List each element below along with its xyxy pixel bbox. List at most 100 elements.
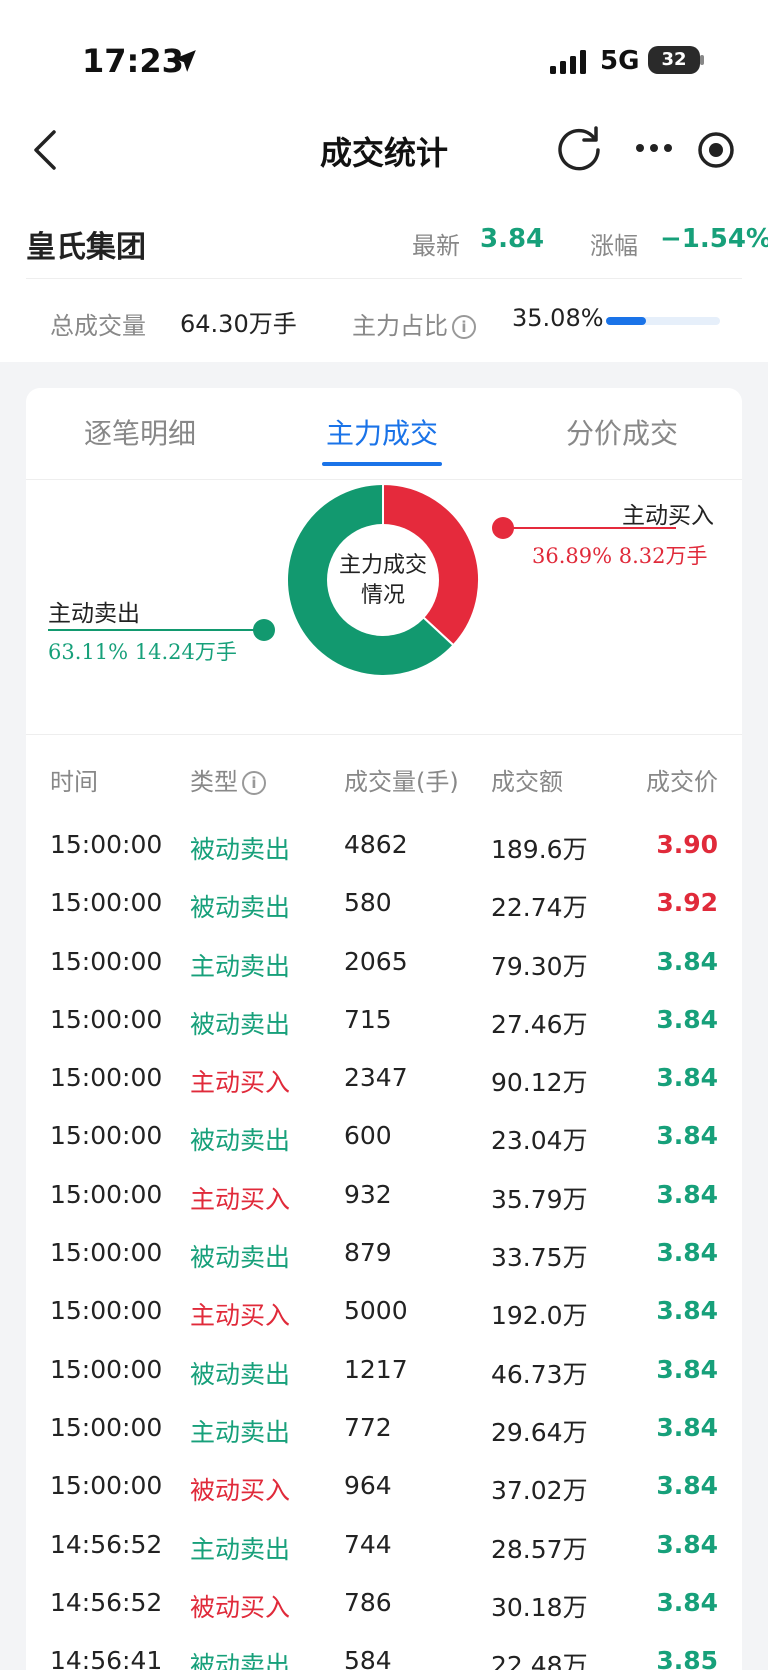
row-amount: 29.64万 bbox=[491, 1417, 588, 1447]
row-price: 3.84 bbox=[656, 1354, 718, 1384]
status-time: 17:23 bbox=[82, 42, 184, 80]
row-time: 15:00:00 bbox=[50, 1238, 163, 1268]
donut-center-line2: 情况 bbox=[361, 583, 405, 608]
total-volume-label: 总成交量 bbox=[50, 312, 146, 340]
table-row[interactable]: 15:00:00 被动卖出 879 33.75万 3.84 bbox=[26, 1226, 742, 1284]
sell-callout-dot bbox=[253, 619, 275, 641]
row-time: 14:56:52 bbox=[50, 1529, 163, 1559]
main-ratio-bar bbox=[606, 317, 720, 325]
row-time: 15:00:00 bbox=[50, 888, 163, 918]
row-price: 3.84 bbox=[656, 1004, 718, 1034]
row-volume: 4862 bbox=[344, 830, 408, 859]
row-volume: 772 bbox=[344, 1412, 392, 1442]
row-type: 被动卖出 bbox=[190, 835, 291, 864]
network-type: 5G bbox=[600, 46, 640, 76]
row-price: 3.84 bbox=[656, 1529, 718, 1559]
change-value: −1.54% bbox=[660, 224, 768, 254]
header-divider bbox=[26, 278, 742, 279]
donut-center-line1: 主力成交 bbox=[339, 553, 427, 578]
row-amount: 33.75万 bbox=[491, 1243, 588, 1273]
table-row[interactable]: 15:00:00 主动买入 5000 192.0万 3.84 bbox=[26, 1284, 742, 1342]
refresh-icon[interactable] bbox=[554, 124, 604, 174]
row-amount: 22.74万 bbox=[491, 893, 588, 923]
col-header-price: 成交价 bbox=[646, 768, 718, 796]
latest-price-label: 最新 bbox=[412, 232, 460, 260]
table-row[interactable]: 15:00:00 主动买入 932 35.79万 3.84 bbox=[26, 1168, 742, 1226]
main-ratio-bar-fill bbox=[606, 317, 646, 325]
row-time: 14:56:52 bbox=[50, 1587, 163, 1617]
cellular-signal-icon bbox=[550, 50, 586, 74]
row-amount: 22.48万 bbox=[491, 1651, 588, 1670]
row-price: 3.85 bbox=[656, 1646, 718, 1670]
row-time: 15:00:00 bbox=[50, 830, 163, 859]
total-volume-value: 64.30万手 bbox=[180, 310, 297, 338]
row-type: 主动买入 bbox=[190, 1184, 291, 1214]
row-amount: 79.30万 bbox=[491, 951, 588, 981]
buy-legend-label: 主动买入 bbox=[622, 503, 714, 529]
row-time: 14:56:41 bbox=[50, 1646, 163, 1670]
row-type: 主动卖出 bbox=[190, 1534, 291, 1564]
battery-icon: 32 bbox=[648, 46, 700, 74]
row-price: 3.84 bbox=[656, 1179, 718, 1209]
col-header-time: 时间 bbox=[50, 768, 98, 796]
row-time: 15:00:00 bbox=[50, 1296, 163, 1326]
buy-callout-dot bbox=[492, 517, 514, 539]
tab-tick-detail[interactable]: 逐笔明细 bbox=[84, 412, 196, 452]
row-time: 15:00:00 bbox=[50, 1004, 163, 1034]
row-volume: 2065 bbox=[344, 946, 408, 976]
more-options-icon[interactable] bbox=[634, 136, 674, 160]
close-miniapp-icon[interactable] bbox=[696, 130, 736, 170]
nav-bar: 成交统计 bbox=[0, 110, 768, 192]
row-volume: 2347 bbox=[344, 1063, 408, 1093]
row-volume: 584 bbox=[344, 1646, 392, 1670]
table-row[interactable]: 15:00:00 被动卖出 600 23.04万 3.84 bbox=[26, 1109, 742, 1167]
table-row[interactable]: 14:56:41 被动卖出 584 22.48万 3.85 bbox=[26, 1634, 742, 1670]
table-row[interactable]: 15:00:00 主动卖出 772 29.64万 3.84 bbox=[26, 1401, 742, 1459]
row-volume: 786 bbox=[344, 1587, 392, 1617]
row-price: 3.92 bbox=[656, 888, 718, 918]
row-volume: 580 bbox=[344, 888, 392, 918]
tab-bar: 逐笔明细 主力成交 分价成交 bbox=[26, 388, 742, 480]
table-row[interactable]: 14:56:52 被动买入 786 30.18万 3.84 bbox=[26, 1576, 742, 1634]
table-row[interactable]: 15:00:00 被动买入 964 37.02万 3.84 bbox=[26, 1459, 742, 1517]
donut-chart-area: 主力成交 情况 主动买入 36.89% 8.32万手 主动卖出 63.11% 1… bbox=[26, 480, 742, 740]
stock-name: 皇氏集团 bbox=[26, 230, 146, 265]
table-row[interactable]: 15:00:00 主动卖出 2065 79.30万 3.84 bbox=[26, 935, 742, 993]
row-type: 主动买入 bbox=[190, 1068, 291, 1098]
stock-header: 皇氏集团 最新 3.84 涨幅 −1.54% 总成交量 64.30万手 主力占比… bbox=[0, 192, 768, 362]
tab-price-distribution[interactable]: 分价成交 bbox=[566, 412, 678, 452]
row-price: 3.84 bbox=[656, 1296, 718, 1326]
row-time: 15:00:00 bbox=[50, 1471, 163, 1501]
type-info-icon[interactable]: i bbox=[242, 771, 266, 795]
status-bar: 17:23 5G 32 bbox=[0, 0, 768, 110]
row-amount: 27.46万 bbox=[491, 1009, 588, 1039]
main-ratio-label: 主力占比 i bbox=[352, 306, 476, 341]
change-label: 涨幅 bbox=[590, 232, 638, 260]
row-amount: 37.02万 bbox=[491, 1476, 588, 1506]
row-type: 被动卖出 bbox=[190, 1009, 291, 1039]
table-row[interactable]: 15:00:00 主动买入 2347 90.12万 3.84 bbox=[26, 1051, 742, 1109]
sell-legend-label: 主动卖出 bbox=[48, 601, 140, 627]
row-type: 被动买入 bbox=[190, 1476, 291, 1506]
row-volume: 932 bbox=[344, 1179, 392, 1209]
row-price: 3.84 bbox=[656, 1587, 718, 1617]
main-ratio-label-text: 主力占比 bbox=[352, 312, 448, 340]
table-row[interactable]: 14:56:52 主动卖出 744 28.57万 3.84 bbox=[26, 1518, 742, 1576]
trades-table: 15:00:00 被动卖出 4862 189.6万 3.90 15:00:00 被动卖出 58… bbox=[26, 818, 742, 1670]
table-row[interactable]: 15:00:00 被动卖出 4862 189.6万 3.90 bbox=[26, 818, 742, 876]
col-header-volume: 成交量(手) bbox=[344, 768, 459, 796]
main-ratio-value: 35.08% bbox=[512, 304, 604, 332]
row-price: 3.84 bbox=[656, 1063, 718, 1093]
row-price: 3.84 bbox=[656, 1121, 718, 1151]
tab-main-trades[interactable]: 主力成交 bbox=[326, 412, 438, 452]
row-volume: 715 bbox=[344, 1004, 392, 1034]
row-price: 3.90 bbox=[656, 830, 718, 859]
row-volume: 964 bbox=[344, 1471, 392, 1501]
row-amount: 46.73万 bbox=[491, 1359, 588, 1389]
table-row[interactable]: 15:00:00 被动卖出 715 27.46万 3.84 bbox=[26, 993, 742, 1051]
table-row[interactable]: 15:00:00 被动卖出 1217 46.73万 3.84 bbox=[26, 1343, 742, 1401]
table-row[interactable]: 15:00:00 被动卖出 580 22.74万 3.92 bbox=[26, 876, 742, 934]
info-icon[interactable]: i bbox=[452, 315, 476, 339]
row-amount: 90.12万 bbox=[491, 1068, 588, 1098]
donut-hole bbox=[327, 524, 439, 636]
